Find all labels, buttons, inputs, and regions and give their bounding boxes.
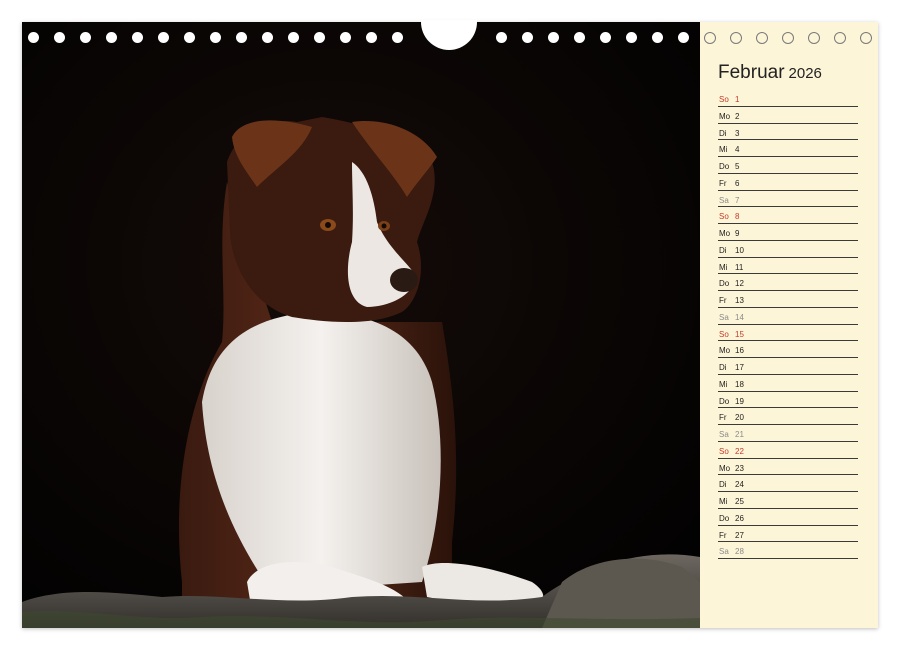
binding-hole <box>548 32 559 43</box>
binding-hole <box>574 32 585 43</box>
day-row: Do 26 <box>718 509 858 526</box>
binding-hole <box>132 32 143 43</box>
day-row: Do 5 <box>718 157 858 174</box>
binding-hole <box>834 32 846 44</box>
binding-hole <box>522 32 533 43</box>
day-row: Di 3 <box>718 124 858 141</box>
day-row: Mo 23 <box>718 459 858 476</box>
binding-hole <box>366 32 377 43</box>
day-row: So 15 <box>718 325 858 342</box>
day-row: Do 19 <box>718 392 858 409</box>
binding-hole <box>210 32 221 43</box>
binding-hole <box>106 32 117 43</box>
day-row: Fr 27 <box>718 526 858 543</box>
day-row: So 1 <box>718 90 858 107</box>
year: 2026 <box>788 65 822 82</box>
day-number: 28 <box>735 547 744 557</box>
binding-hole <box>756 32 768 44</box>
binding-hole <box>652 32 663 43</box>
day-row: Sa 21 <box>718 425 858 442</box>
binding-hole <box>80 32 91 43</box>
day-row: Di 17 <box>718 358 858 375</box>
binding-hole <box>158 32 169 43</box>
binding-hole <box>600 32 611 43</box>
day-row: Mi 11 <box>718 258 858 275</box>
dog-photo <box>22 22 700 628</box>
binding-hole <box>236 32 247 43</box>
binding-hole <box>704 32 716 44</box>
binding-hole <box>782 32 794 44</box>
day-row: Fr 13 <box>718 291 858 308</box>
day-row: Mi 25 <box>718 492 858 509</box>
binding-hole <box>262 32 273 43</box>
day-row: Di 24 <box>718 475 858 492</box>
day-row: Mi 18 <box>718 375 858 392</box>
day-row: Mo 2 <box>718 107 858 124</box>
month-name: Februar <box>718 62 785 83</box>
calendar-panel: Februar 2026 So 1 Mo 2 Di 3 Mi 4 Do 5 Fr 6 Sa 7 So 8 Mo 9 D… <box>700 22 878 628</box>
weekday-label: Sa <box>719 547 729 557</box>
border-collie-illustration <box>22 22 700 628</box>
day-row: Sa 7 <box>718 191 858 208</box>
binding-hole <box>314 32 325 43</box>
binding-hole <box>340 32 351 43</box>
binding-hole <box>496 32 507 43</box>
binding-hole <box>678 32 689 43</box>
binding-hole <box>54 32 65 43</box>
binding-hole <box>730 32 742 44</box>
day-list: So 1 Mo 2 Di 3 Mi 4 Do 5 Fr 6 Sa 7 So 8 Mo 9 Di 10 Mi 11 Do 12 F… <box>718 90 858 559</box>
day-row: Do 12 <box>718 274 858 291</box>
binding-hole <box>288 32 299 43</box>
day-row: Fr 6 <box>718 174 858 191</box>
binding-hole <box>860 32 872 44</box>
day-row: Sa 14 <box>718 308 858 325</box>
day-row: Fr 20 <box>718 408 858 425</box>
binding-hole <box>184 32 195 43</box>
day-row: Mo 16 <box>718 341 858 358</box>
day-row: So 8 <box>718 207 858 224</box>
day-row: So 22 <box>718 442 858 459</box>
wall-calendar-page: Februar 2026 So 1 Mo 2 Di 3 Mi 4 Do 5 Fr 6 Sa 7 So 8 Mo 9 D… <box>22 20 878 628</box>
day-row: Di 10 <box>718 241 858 258</box>
month-heading: Februar 2026 <box>718 62 822 84</box>
binding-hole <box>392 32 403 43</box>
binding-hole <box>28 32 39 43</box>
binding-hole <box>626 32 637 43</box>
day-row: Mi 4 <box>718 140 858 157</box>
day-row: Mo 9 <box>718 224 858 241</box>
binding-hole <box>808 32 820 44</box>
day-row: Sa 28 <box>718 542 858 559</box>
